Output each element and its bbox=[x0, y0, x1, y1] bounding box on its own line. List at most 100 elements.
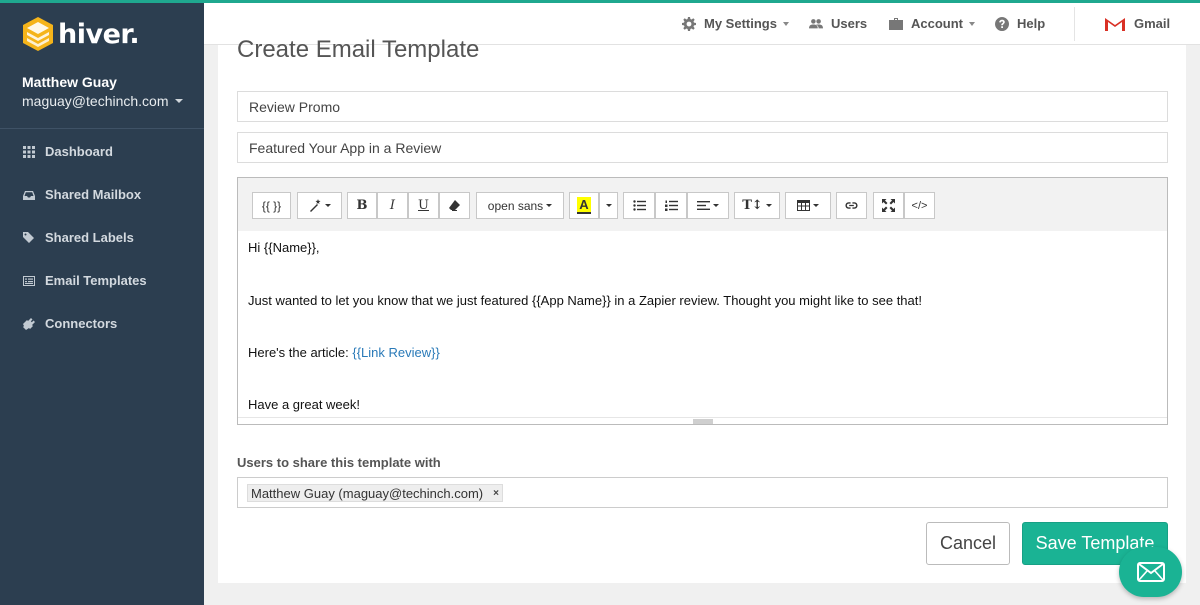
caret-down-icon bbox=[605, 204, 612, 207]
page-title: Create Email Template bbox=[237, 36, 480, 63]
gmail-label: Gmail bbox=[1134, 16, 1171, 31]
template-icon bbox=[22, 274, 36, 288]
sidebar-divider bbox=[0, 128, 204, 129]
rich-text-editor: {{ }} B I U open sans A T↕ </> Hi {{Name… bbox=[237, 177, 1168, 425]
body-line-message: Just wanted to let you know that we just… bbox=[248, 293, 922, 308]
account-label: Account bbox=[911, 16, 963, 31]
sidebar-nav: Dashboard Shared Mailbox Shared Labels E… bbox=[0, 130, 204, 345]
sidebar-item-label: Email Templates bbox=[45, 273, 147, 288]
caret-down-icon bbox=[324, 204, 331, 207]
align-dropdown[interactable] bbox=[687, 192, 729, 219]
users-link[interactable]: Users bbox=[809, 3, 867, 44]
highlight-color-dropdown[interactable] bbox=[599, 192, 618, 219]
insert-link-button[interactable] bbox=[836, 192, 867, 219]
editor-resize-bar bbox=[238, 417, 1167, 418]
code-view-button[interactable]: </> bbox=[904, 192, 935, 219]
fullscreen-button[interactable] bbox=[873, 192, 904, 219]
text-size-dropdown[interactable]: T↕ bbox=[734, 192, 780, 219]
numbered-list-button[interactable] bbox=[655, 192, 687, 219]
table-icon bbox=[797, 200, 810, 211]
account-menu[interactable]: Account bbox=[889, 3, 975, 44]
font-family-dropdown[interactable]: open sans bbox=[476, 192, 564, 219]
bullet-list-icon bbox=[632, 200, 646, 211]
caret-down-icon bbox=[969, 21, 975, 26]
link-icon bbox=[845, 202, 858, 209]
sidebar: hiver. Matthew Guay maguay@techinch.com … bbox=[0, 0, 204, 605]
table-dropdown[interactable] bbox=[785, 192, 831, 219]
users-label: Users bbox=[831, 16, 868, 31]
user-email-dropdown[interactable]: maguay@techinch.com bbox=[22, 93, 183, 109]
plug-icon bbox=[22, 317, 36, 331]
bold-button[interactable]: B bbox=[347, 192, 377, 219]
underline-button[interactable]: U bbox=[408, 192, 439, 219]
numbered-list-icon bbox=[664, 200, 678, 211]
hiver-logo[interactable]: hiver. bbox=[22, 16, 140, 52]
insert-variable-label: {{ }} bbox=[261, 198, 282, 213]
topbar-separator bbox=[1074, 7, 1075, 41]
grid-icon bbox=[22, 145, 36, 159]
highlight-icon: A bbox=[577, 197, 591, 214]
envelope-icon bbox=[1136, 562, 1165, 582]
hiver-logo-icon bbox=[23, 17, 53, 51]
expand-icon bbox=[882, 199, 895, 212]
link-review-variable[interactable]: {{Link Review}} bbox=[352, 345, 439, 360]
gmail-icon bbox=[1105, 17, 1125, 31]
sidebar-item-label: Shared Labels bbox=[45, 230, 134, 245]
text-size-icon: T↕ bbox=[742, 198, 763, 213]
chat-widget-button[interactable] bbox=[1119, 547, 1182, 597]
body-line-article: Here's the article: {{Link Review}} bbox=[248, 345, 440, 360]
editor-toolbar: {{ }} B I U open sans A T↕ </> bbox=[238, 178, 1167, 231]
help-label: Help bbox=[1017, 16, 1046, 31]
eraser-icon bbox=[449, 200, 460, 211]
inbox-icon bbox=[22, 188, 36, 202]
sidebar-item-label: Connectors bbox=[45, 316, 118, 331]
user-chip: Matthew Guay (maguay@techinch.com) × bbox=[247, 484, 503, 502]
sidebar-item-label: Shared Mailbox bbox=[45, 187, 142, 202]
caret-down-icon bbox=[546, 204, 553, 207]
sidebar-item-label: Dashboard bbox=[45, 144, 113, 159]
body-line-greeting: Hi {{Name}}, bbox=[248, 240, 320, 255]
logo-text: hiver. bbox=[58, 18, 140, 50]
top-accent-line bbox=[0, 0, 1200, 3]
gmail-link[interactable]: Gmail bbox=[1104, 3, 1170, 44]
sidebar-item-shared-mailbox[interactable]: Shared Mailbox bbox=[0, 173, 204, 216]
font-family-value: open sans bbox=[487, 198, 544, 213]
magic-style-button[interactable] bbox=[297, 192, 342, 219]
share-users-label: Users to share this template with bbox=[237, 455, 441, 470]
help-link[interactable]: Help bbox=[995, 3, 1045, 44]
caret-down-icon bbox=[782, 21, 789, 26]
my-settings-menu[interactable]: My Settings bbox=[682, 3, 789, 44]
italic-button[interactable]: I bbox=[377, 192, 408, 219]
subject-input[interactable] bbox=[237, 132, 1168, 163]
bullet-list-button[interactable] bbox=[623, 192, 655, 219]
sidebar-item-email-templates[interactable]: Email Templates bbox=[0, 259, 204, 302]
body-line-signoff: Have a great week! bbox=[248, 397, 361, 412]
user-name: Matthew Guay bbox=[22, 74, 117, 90]
caret-down-icon bbox=[174, 99, 183, 103]
code-icon: </> bbox=[911, 199, 928, 212]
remove-chip-icon[interactable]: × bbox=[493, 488, 499, 499]
clear-format-button[interactable] bbox=[439, 192, 470, 219]
my-settings-label: My Settings bbox=[704, 16, 777, 31]
sidebar-item-shared-labels[interactable]: Shared Labels bbox=[0, 216, 204, 259]
share-users-input[interactable]: Matthew Guay (maguay@techinch.com) × bbox=[237, 477, 1168, 508]
highlight-color-button[interactable]: A bbox=[569, 192, 599, 219]
gear-icon bbox=[682, 16, 696, 31]
editor-resize-handle[interactable] bbox=[693, 419, 713, 424]
caret-down-icon bbox=[713, 204, 719, 207]
sidebar-item-dashboard[interactable]: Dashboard bbox=[0, 130, 204, 173]
template-name-input[interactable] bbox=[237, 91, 1168, 122]
magic-wand-icon bbox=[309, 199, 320, 212]
user-email: maguay@techinch.com bbox=[22, 93, 169, 109]
sidebar-item-connectors[interactable]: Connectors bbox=[0, 302, 204, 345]
users-icon bbox=[809, 18, 823, 28]
user-chip-label: Matthew Guay (maguay@techinch.com) bbox=[251, 485, 484, 501]
align-icon bbox=[697, 201, 710, 210]
tags-icon bbox=[22, 231, 36, 245]
briefcase-icon bbox=[889, 17, 903, 30]
help-icon bbox=[995, 16, 1009, 31]
insert-variable-button[interactable]: {{ }} bbox=[252, 192, 291, 219]
caret-down-icon bbox=[813, 204, 819, 207]
article-prefix: Here's the article: bbox=[248, 345, 353, 360]
cancel-button[interactable]: Cancel bbox=[926, 522, 1010, 565]
